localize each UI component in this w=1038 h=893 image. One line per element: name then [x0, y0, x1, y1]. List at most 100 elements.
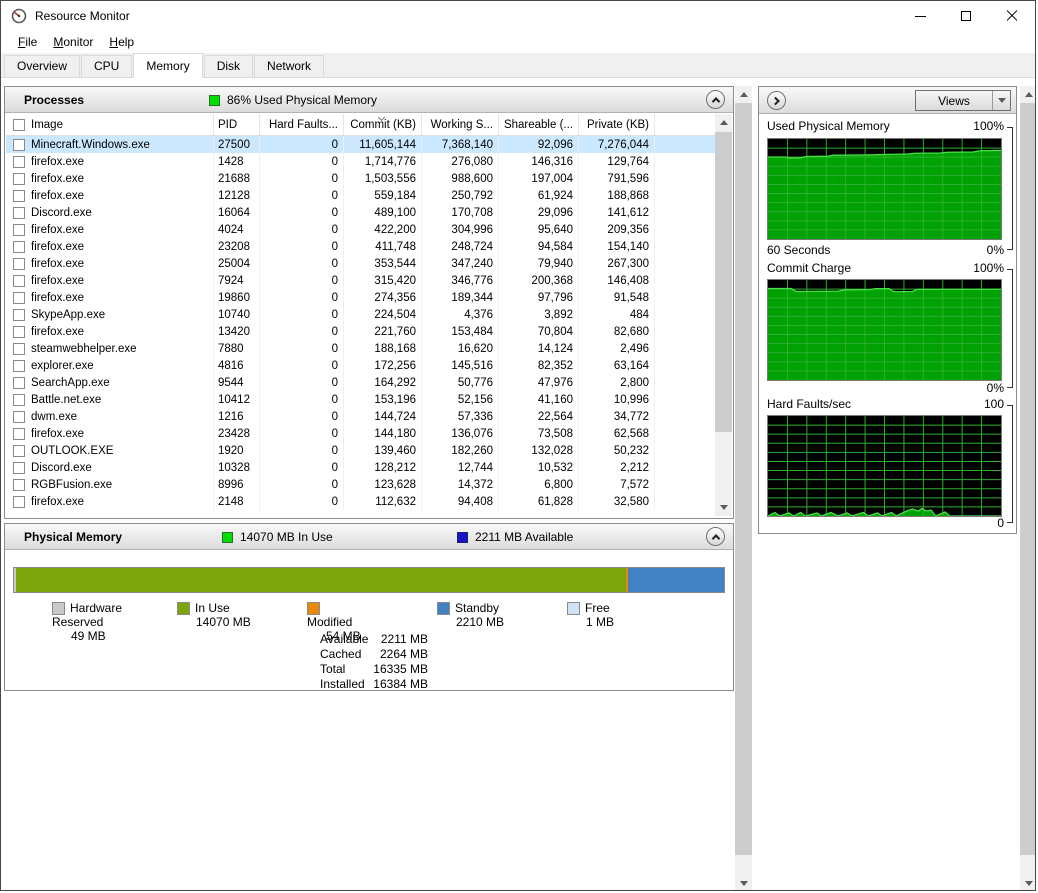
process-row[interactable]: steamwebhelper.exe 7880 0 188,168 16,620 14,1…	[6, 340, 715, 357]
tab-network[interactable]: Network	[254, 55, 325, 77]
minimize-button[interactable]	[897, 1, 943, 31]
process-row[interactable]: firefox.exe 2148 0 112,632 94,408 61,828 32,58…	[6, 493, 715, 510]
row-checkbox[interactable]	[13, 241, 25, 253]
row-checkbox[interactable]	[13, 139, 25, 151]
scrollbar-thumb[interactable]	[735, 103, 752, 855]
process-cell: 0	[260, 204, 344, 221]
tab-disk[interactable]: Disk	[203, 55, 254, 77]
process-row[interactable]: explorer.exe 4816 0 172,256 145,516 82,352 63,…	[6, 357, 715, 374]
process-cell: 32,580	[579, 493, 655, 510]
column-hard-faults[interactable]: Hard Faults...	[260, 114, 344, 135]
panel-expand-button[interactable]	[767, 91, 786, 110]
scroll-up-icon[interactable]	[1020, 86, 1035, 103]
select-all-checkbox[interactable]	[13, 118, 25, 131]
process-row[interactable]: firefox.exe 7924 0 315,420 346,776 200,368 146…	[6, 272, 715, 289]
right-pane-scrollbar[interactable]	[1020, 86, 1035, 890]
process-cell: 50,232	[579, 442, 655, 459]
close-button[interactable]	[989, 1, 1035, 31]
process-row[interactable]: firefox.exe 12128 0 559,184 250,792 61,924 188…	[6, 187, 715, 204]
row-checkbox[interactable]	[13, 224, 25, 236]
column-commit[interactable]: Commit (KB)	[344, 113, 422, 135]
column-image[interactable]: Image	[6, 114, 214, 135]
row-checkbox[interactable]	[13, 496, 25, 508]
tab-memory[interactable]: Memory	[133, 53, 203, 78]
views-dropdown-arrow[interactable]	[992, 91, 1010, 110]
process-row[interactable]: Discord.exe 10328 0 128,212 12,744 10,532 2,21…	[6, 459, 715, 476]
menu-file[interactable]: File	[10, 33, 45, 51]
row-checkbox[interactable]	[13, 479, 25, 491]
process-cell: 10,996	[579, 391, 655, 408]
process-image-name: firefox.exe	[31, 240, 85, 253]
row-checkbox[interactable]	[13, 309, 25, 321]
row-checkbox[interactable]	[13, 258, 25, 270]
menu-monitor[interactable]: Monitor	[45, 33, 101, 51]
process-row[interactable]: SkypeApp.exe 10740 0 224,504 4,376 3,892 484	[6, 306, 715, 323]
scrollbar-thumb[interactable]	[715, 132, 732, 432]
row-checkbox[interactable]	[13, 207, 25, 219]
process-cell: 484	[579, 306, 655, 323]
scroll-up-icon[interactable]	[735, 86, 752, 103]
row-checkbox[interactable]	[13, 326, 25, 338]
views-button[interactable]: Views	[915, 90, 1011, 111]
row-checkbox[interactable]	[13, 428, 25, 440]
tab-cpu[interactable]: CPU	[81, 55, 133, 77]
row-checkbox[interactable]	[13, 190, 25, 202]
process-cell: 92,096	[499, 136, 579, 153]
process-cell: 248,724	[422, 238, 499, 255]
process-cell: 4,376	[422, 306, 499, 323]
process-row[interactable]: Minecraft.Windows.exe 27500 0 11,605,144 7,3…	[6, 136, 715, 153]
row-checkbox[interactable]	[13, 292, 25, 304]
process-row[interactable]: OUTLOOK.EXE 1920 0 139,460 182,260 132,028 50,…	[6, 442, 715, 459]
process-row[interactable]: firefox.exe 23428 0 144,180 136,076 73,508 62,…	[6, 425, 715, 442]
process-row[interactable]: Discord.exe 16064 0 489,100 170,708 29,096 141…	[6, 204, 715, 221]
scroll-down-icon[interactable]	[1020, 875, 1035, 890]
in-use-swatch-icon	[222, 531, 233, 543]
scroll-down-icon[interactable]	[715, 499, 732, 516]
column-working-set[interactable]: Working S...	[422, 114, 499, 135]
column-private[interactable]: Private (KB)	[579, 114, 655, 135]
scrollbar-thumb[interactable]	[1020, 103, 1035, 855]
process-row[interactable]: firefox.exe 19860 0 274,356 189,344 97,796 91,…	[6, 289, 715, 306]
scroll-down-icon[interactable]	[735, 875, 752, 890]
column-pid[interactable]: PID	[214, 114, 260, 135]
row-checkbox[interactable]	[13, 462, 25, 474]
maximize-button[interactable]	[943, 1, 989, 31]
row-checkbox[interactable]	[13, 173, 25, 185]
process-cell: 172,256	[344, 357, 422, 374]
tab-overview[interactable]: Overview	[4, 55, 81, 77]
process-row[interactable]: SearchApp.exe 9544 0 164,292 50,776 47,976 2,8…	[6, 374, 715, 391]
process-row[interactable]: firefox.exe 1428 0 1,714,776 276,080 146,316 1…	[6, 153, 715, 170]
row-checkbox[interactable]	[13, 377, 25, 389]
process-cell: 0	[260, 238, 344, 255]
physical-memory-header[interactable]: Physical Memory 14070 MB In Use 2211 MB …	[5, 524, 733, 550]
process-cell: 188,868	[579, 187, 655, 204]
row-checkbox[interactable]	[13, 343, 25, 355]
process-table-scrollbar[interactable]	[715, 114, 732, 516]
menu-help[interactable]: Help	[101, 33, 142, 51]
process-row[interactable]: Battle.net.exe 10412 0 153,196 52,156 41,160 1…	[6, 391, 715, 408]
process-cell: 146,316	[499, 153, 579, 170]
process-row[interactable]: dwm.exe 1216 0 144,724 57,336 22,564 34,772	[6, 408, 715, 425]
row-checkbox[interactable]	[13, 360, 25, 372]
process-cell: 61,924	[499, 187, 579, 204]
process-row[interactable]: firefox.exe 21688 0 1,503,556 988,600 197,004…	[6, 170, 715, 187]
row-checkbox[interactable]	[13, 411, 25, 423]
process-image-name: RGBFusion.exe	[31, 478, 113, 491]
process-row[interactable]: RGBFusion.exe 8996 0 123,628 14,372 6,800 7,57…	[6, 476, 715, 493]
process-row[interactable]: firefox.exe 23208 0 411,748 248,724 94,584 154…	[6, 238, 715, 255]
row-checkbox[interactable]	[13, 275, 25, 287]
processes-collapse-button[interactable]	[706, 90, 725, 109]
scroll-up-icon[interactable]	[715, 114, 732, 131]
process-row[interactable]: firefox.exe 4024 0 422,200 304,996 95,640 209,…	[6, 221, 715, 238]
processes-header[interactable]: Processes 86% Used Physical Memory	[5, 87, 733, 113]
process-image-name: Minecraft.Windows.exe	[31, 138, 150, 151]
row-checkbox[interactable]	[13, 445, 25, 457]
process-row[interactable]: firefox.exe 13420 0 221,760 153,484 70,804 82,…	[6, 323, 715, 340]
process-row[interactable]: firefox.exe 25004 0 353,544 347,240 79,940 267…	[6, 255, 715, 272]
row-checkbox[interactable]	[13, 394, 25, 406]
column-shareable[interactable]: Shareable (...	[499, 114, 579, 135]
physical-memory-collapse-button[interactable]	[706, 527, 725, 546]
row-checkbox[interactable]	[13, 156, 25, 168]
left-pane-scrollbar[interactable]	[735, 86, 752, 890]
graph-max-label: 100	[983, 397, 1004, 411]
